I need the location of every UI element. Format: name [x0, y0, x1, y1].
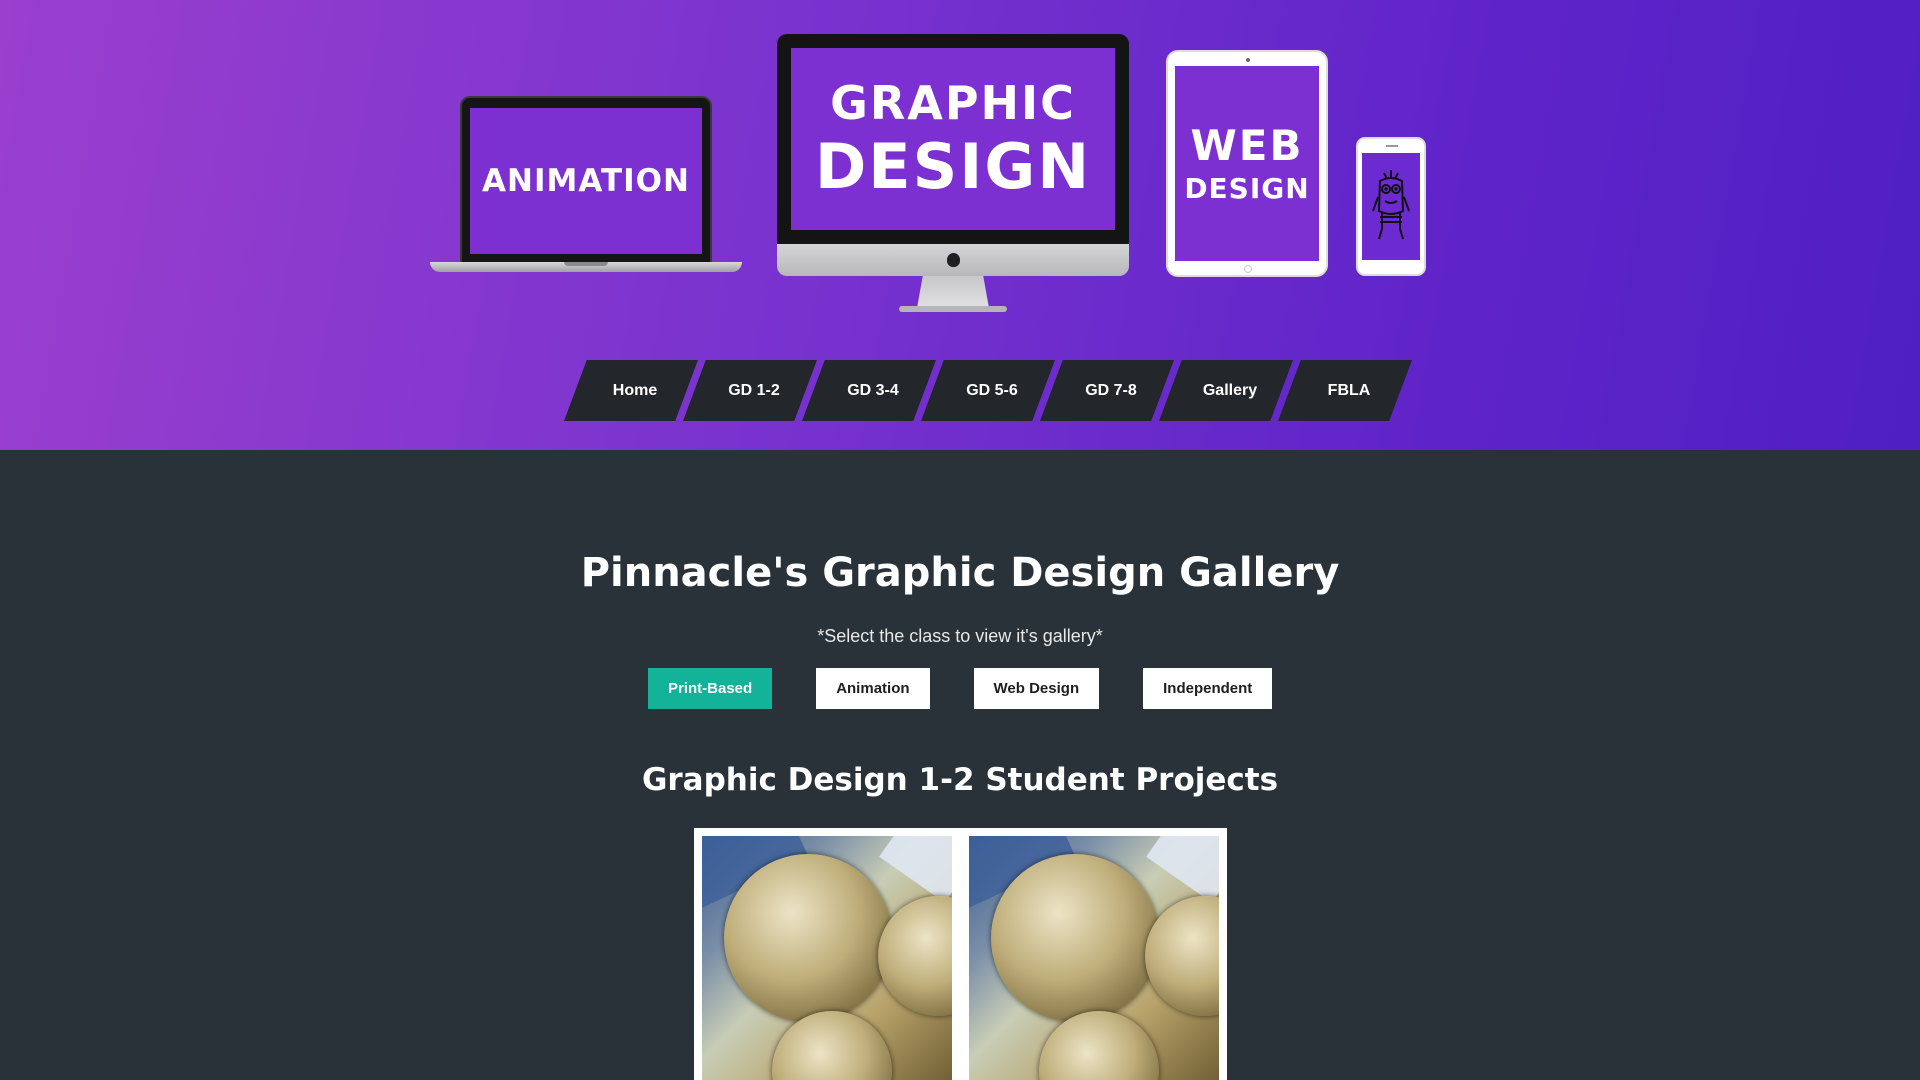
imac-screen-line1: GRAPHIC — [830, 76, 1076, 130]
banknote-image — [1146, 836, 1219, 903]
nav-item-fbla[interactable]: FBLA — [1278, 360, 1412, 421]
filter-independent-button[interactable]: Independent — [1143, 668, 1273, 709]
coin-image — [878, 896, 952, 1016]
project-gallery — [694, 828, 1227, 1080]
class-filter-bar: Print-Based Animation Web Design Indepen… — [648, 668, 1316, 709]
nav-item-gd-3-4[interactable]: GD 3-4 — [802, 360, 936, 421]
apple-logo-icon — [946, 253, 960, 267]
tablet-camera — [1246, 58, 1250, 62]
imac-stand — [917, 276, 989, 308]
nav-item-gallery[interactable]: Gallery — [1159, 360, 1293, 421]
phone-screen — [1362, 153, 1420, 260]
project-thumbnail[interactable] — [969, 836, 1219, 1080]
tablet-screen-line1: WEB — [1190, 120, 1304, 170]
tablet-screen: WEB DESIGN — [1175, 66, 1319, 261]
nav-item-label: GD 7-8 — [1085, 381, 1137, 399]
nav-item-label: Gallery — [1202, 381, 1258, 399]
imac-screen-line2: DESIGN — [814, 130, 1092, 203]
gallery-section: Pinnacle's Graphic Design Gallery *Selec… — [0, 450, 1920, 1080]
tablet-illustration: WEB DESIGN — [1166, 50, 1328, 277]
nav-item-gd-5-6[interactable]: GD 5-6 — [921, 360, 1055, 421]
laptop-illustration: ANIMATION — [430, 96, 742, 276]
nav-item-label: FBLA — [1327, 381, 1371, 399]
coin-image — [724, 854, 892, 1022]
page-subtitle: *Select the class to view it's gallery* — [817, 626, 1103, 646]
laptop-base — [430, 262, 742, 272]
banknote-image — [879, 836, 952, 903]
imac-illustration: GRAPHIC DESIGN — [777, 34, 1129, 317]
tablet-screen-line2: DESIGN — [1184, 171, 1310, 205]
filter-print-based-button[interactable]: Print-Based — [648, 668, 773, 709]
nav-item-home[interactable]: Home — [564, 360, 698, 421]
coin-image — [991, 854, 1159, 1022]
laptop-lid: ANIMATION — [460, 96, 712, 264]
project-thumbnail[interactable] — [702, 836, 952, 1080]
coin-image — [772, 1011, 892, 1080]
hero-banner: ANIMATION GRAPHIC DESIGN WEB DESIGN Home… — [0, 0, 1920, 450]
imac-foot — [899, 306, 1007, 312]
nav-item-label: GD 5-6 — [966, 381, 1018, 399]
filter-animation-button[interactable]: Animation — [816, 668, 930, 709]
imac-frame: GRAPHIC DESIGN — [777, 34, 1129, 244]
laptop-screen-text: ANIMATION — [482, 162, 690, 199]
phone-speaker — [1386, 145, 1398, 147]
nav-item-label: Home — [612, 381, 658, 399]
nav-item-label: GD 1-2 — [728, 381, 780, 399]
nav-item-gd-7-8[interactable]: GD 7-8 — [1040, 360, 1174, 421]
tablet-home-button — [1244, 265, 1252, 273]
nav-item-gd-1-2[interactable]: GD 1-2 — [683, 360, 817, 421]
nav-item-label: GD 3-4 — [847, 381, 899, 399]
mascot-icon — [1372, 169, 1410, 239]
phone-illustration — [1356, 137, 1426, 276]
filter-web-design-button[interactable]: Web Design — [973, 668, 1100, 709]
laptop-notch — [564, 262, 608, 266]
coin-image — [1039, 1011, 1159, 1080]
imac-screen: GRAPHIC DESIGN — [791, 48, 1115, 230]
page-title: Pinnacle's Graphic Design Gallery — [580, 550, 1340, 596]
laptop-screen: ANIMATION — [470, 108, 702, 254]
section-title: Graphic Design 1-2 Student Projects — [641, 762, 1279, 798]
main-nav: Home GD 1-2 GD 3-4 GD 5-6 GD 7-8 Gallery… — [564, 360, 1412, 421]
coin-image — [1145, 896, 1219, 1016]
imac-chin — [777, 244, 1129, 276]
